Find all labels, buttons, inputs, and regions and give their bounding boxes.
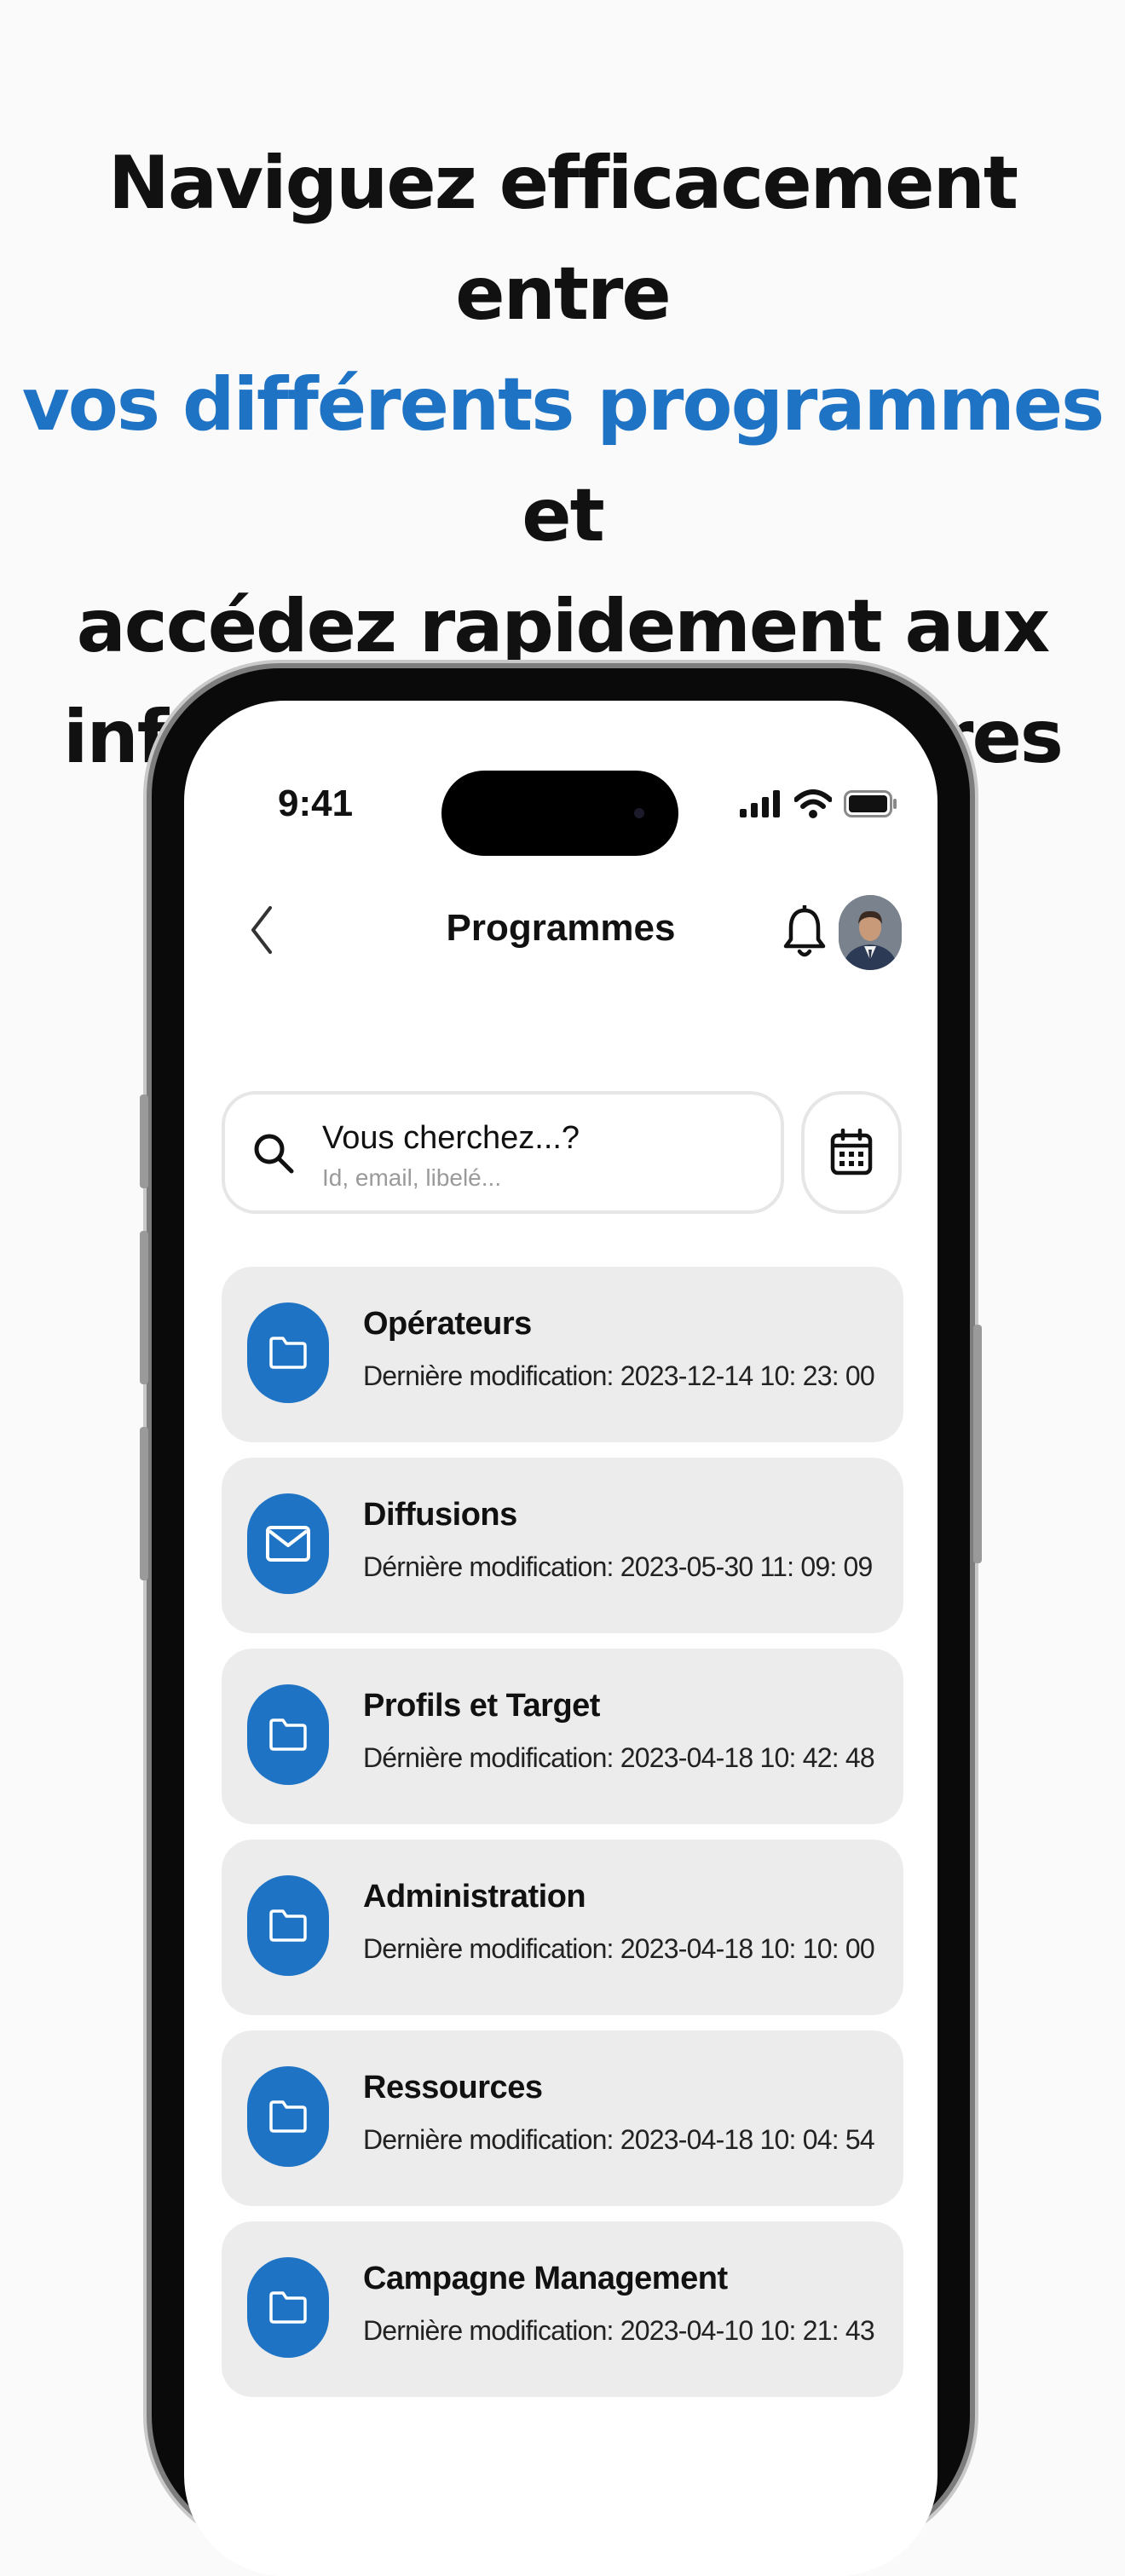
- program-icon-badge: [247, 2257, 329, 2358]
- user-photo-icon: [839, 895, 902, 970]
- program-title: Ressources: [363, 2070, 543, 2105]
- program-title: Campagne Management: [363, 2261, 728, 2296]
- phone-screen: 9:41 Programmes Vous cherchez...? Id, em…: [184, 701, 938, 2576]
- mute-switch: [140, 1095, 148, 1188]
- folder-icon: [269, 2291, 307, 2324]
- calendar-filter-button[interactable]: [801, 1091, 902, 1214]
- search-icon: [254, 1134, 294, 1174]
- status-time: 9:41: [278, 783, 354, 824]
- volume-down-button: [140, 1427, 148, 1580]
- program-icon-badge: [247, 2066, 329, 2167]
- search-label: Vous cherchez...?: [322, 1120, 580, 1156]
- headline-line-2-rest: et: [522, 473, 604, 558]
- program-card-operateurs[interactable]: Opérateurs Dernière modification: 2023-1…: [222, 1267, 903, 1442]
- program-card-campagne-management[interactable]: Campagne Management Dernière modificatio…: [222, 2221, 903, 2397]
- program-modified: Dérnière modification: 2023-04-18 10: 42…: [363, 1742, 875, 1773]
- battery-icon: [844, 790, 897, 817]
- signal-icon: [740, 790, 780, 817]
- program-title: Administration: [363, 1879, 586, 1915]
- program-modified: Dernière modification: 2023-04-10 10: 21…: [363, 2315, 875, 2346]
- program-title: Opérateurs: [363, 1306, 532, 1342]
- folder-icon: [269, 1337, 307, 1369]
- program-icon-badge: [247, 1875, 329, 1976]
- status-icons: [740, 789, 898, 818]
- folder-icon: [269, 1909, 307, 1942]
- dynamic-island: [441, 771, 678, 856]
- program-card-profils-target[interactable]: Profils et Target Dérnière modification:…: [222, 1649, 903, 1824]
- search-placeholder: Id, email, libelé...: [322, 1164, 502, 1191]
- top-nav-bar: Programmes: [184, 880, 938, 982]
- program-card-administration[interactable]: Administration Dernière modification: 20…: [222, 1840, 903, 2015]
- bell-icon: [783, 904, 826, 957]
- power-button: [973, 1325, 982, 1563]
- headline-line-2: vos différents programmes et: [0, 349, 1125, 571]
- program-modified: Dernière modification: 2023-12-14 10: 23…: [363, 1360, 875, 1391]
- notifications-button[interactable]: [781, 904, 828, 960]
- folder-icon: [269, 1718, 307, 1751]
- program-icon-badge: [247, 1493, 329, 1594]
- program-modified: Dernière modification: 2023-04-18 10: 04…: [363, 2124, 875, 2155]
- search-field[interactable]: Vous cherchez...? Id, email, libelé...: [222, 1091, 784, 1214]
- program-card-diffusions[interactable]: Diffusions Dérnière modification: 2023-0…: [222, 1458, 903, 1633]
- phone-frame: 9:41 Programmes Vous cherchez...? Id, em…: [140, 668, 982, 2576]
- folder-icon: [269, 2100, 307, 2133]
- program-modified: Dernière modification: 2023-04-18 10: 10…: [363, 1933, 875, 1964]
- program-modified: Dérnière modification: 2023-05-30 11: 09…: [363, 1551, 873, 1582]
- mail-icon: [266, 1526, 310, 1562]
- avatar[interactable]: [839, 895, 902, 970]
- program-title: Diffusions: [363, 1497, 517, 1533]
- program-card-ressources[interactable]: Ressources Dernière modification: 2023-0…: [222, 2030, 903, 2206]
- program-icon-badge: [247, 1302, 329, 1403]
- headline-line-3: accédez rapidement aux: [76, 584, 1051, 669]
- headline-line-1: Naviguez efficacement entre: [108, 141, 1018, 337]
- program-title: Profils et Target: [363, 1688, 600, 1724]
- volume-up-button: [140, 1231, 148, 1384]
- program-icon-badge: [247, 1684, 329, 1785]
- wifi-icon: [794, 789, 832, 818]
- headline-accent: vos différents programmes: [21, 362, 1105, 448]
- calendar-icon: [830, 1129, 873, 1175]
